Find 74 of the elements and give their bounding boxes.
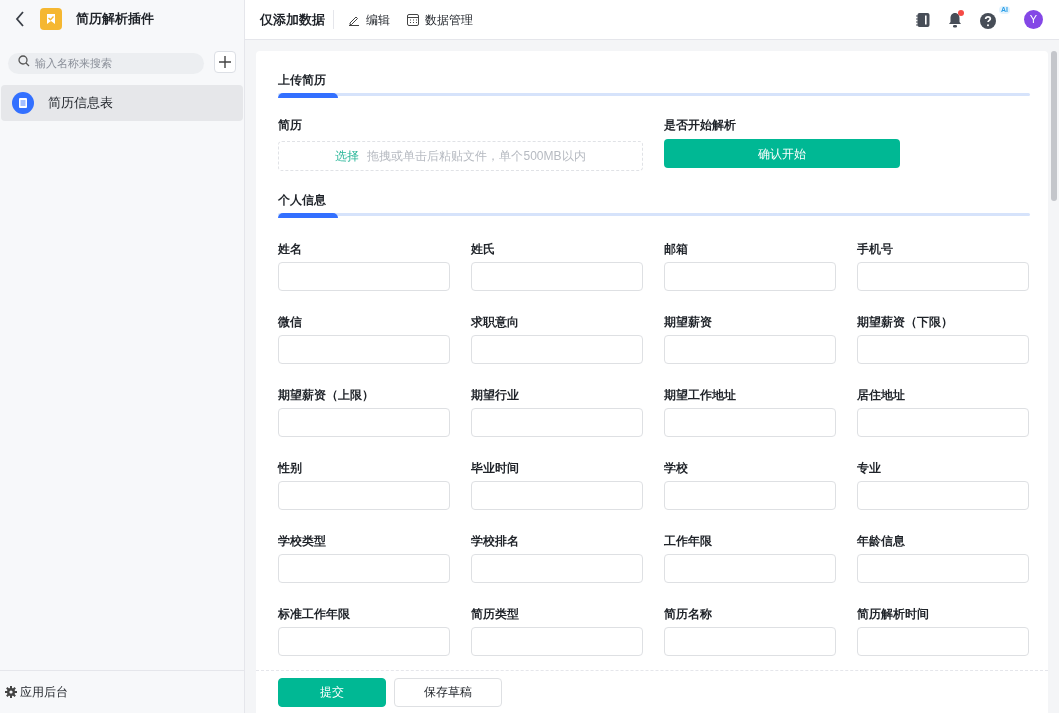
input-field[interactable]: [471, 481, 643, 510]
field-label: 学校: [664, 460, 689, 476]
input-field[interactable]: [857, 262, 1029, 291]
input-field[interactable]: [471, 408, 643, 437]
document-icon: [12, 92, 34, 114]
field-label: 专业: [857, 460, 882, 476]
input-field[interactable]: [278, 554, 450, 583]
input-field[interactable]: [664, 408, 836, 437]
input-field[interactable]: [857, 335, 1029, 364]
field-label: 是否开始解析: [664, 117, 737, 133]
input-field[interactable]: [471, 335, 643, 364]
input-field[interactable]: [471, 262, 643, 291]
app-logo-icon: [40, 8, 62, 30]
field-label: 姓氏: [471, 241, 496, 257]
back-icon[interactable]: [14, 11, 26, 27]
input-field[interactable]: [664, 262, 836, 291]
search-icon: [18, 55, 30, 67]
input-field[interactable]: [278, 335, 450, 364]
sidebar-item[interactable]: 简历信息表: [1, 85, 243, 121]
input-field[interactable]: [664, 335, 836, 364]
field-label: 求职意向: [471, 314, 520, 330]
field-label: 年龄信息: [857, 533, 906, 549]
mode-label: 仅添加数据: [260, 9, 334, 30]
field-label: 性别: [278, 460, 303, 476]
upload-hint: 拖拽或单击后粘贴文件，单个500MB以内: [367, 148, 586, 165]
field-label: 简历: [278, 117, 303, 133]
calendar-icon: [407, 13, 419, 26]
avatar[interactable]: Y: [1024, 10, 1043, 29]
field-label: 简历类型: [471, 606, 520, 622]
plus-icon: [219, 56, 231, 68]
field-label: 工作年限: [664, 533, 713, 549]
input-field[interactable]: [664, 481, 836, 510]
scrollbar-thumb[interactable]: [1051, 51, 1057, 201]
settings-icon: [5, 686, 17, 698]
field-label: 期望薪资（上限）: [278, 387, 375, 403]
field-label: 邮箱: [664, 241, 689, 257]
input-field[interactable]: [664, 554, 836, 583]
input-field[interactable]: [278, 481, 450, 510]
field-label: 期望工作地址: [664, 387, 737, 403]
data-management-button[interactable]: 数据管理: [407, 10, 473, 29]
field-label: 期望薪资: [664, 314, 713, 330]
field-label: 期望薪资（下限）: [857, 314, 954, 330]
field-label: 标准工作年限: [278, 606, 351, 622]
notification-icon[interactable]: [948, 11, 962, 28]
app-title: 简历解析插件: [76, 10, 154, 29]
help-icon[interactable]: [980, 12, 996, 29]
input-field[interactable]: [278, 262, 450, 291]
field-label: 手机号: [857, 241, 894, 257]
settings-link[interactable]: 应用后台: [20, 683, 68, 701]
field-label: 居住地址: [857, 387, 906, 403]
field-label: 姓名: [278, 241, 303, 257]
input-field[interactable]: [278, 627, 450, 656]
input-field[interactable]: [471, 627, 643, 656]
field-label: 简历解析时间: [857, 606, 930, 622]
field-label: 学校类型: [278, 533, 327, 549]
input-field[interactable]: [857, 627, 1029, 656]
save-draft-button[interactable]: 保存草稿: [394, 677, 502, 707]
edit-button[interactable]: 编辑: [348, 10, 390, 29]
field-label: 简历名称: [664, 606, 713, 622]
section-title: 个人信息: [278, 192, 327, 208]
input-field[interactable]: [664, 627, 836, 656]
input-field[interactable]: [857, 408, 1029, 437]
field-label: 学校排名: [471, 533, 520, 549]
notebook-icon[interactable]: [916, 12, 930, 27]
field-label: 期望行业: [471, 387, 520, 403]
add-button[interactable]: [214, 51, 236, 73]
input-field[interactable]: [857, 554, 1029, 583]
input-field[interactable]: [857, 481, 1029, 510]
search-field[interactable]: 输入名称来搜索: [8, 52, 204, 74]
field-label: 毕业时间: [471, 460, 520, 476]
input-field[interactable]: [278, 408, 450, 437]
section-title: 上传简历: [278, 72, 327, 88]
input-field[interactable]: [471, 554, 643, 583]
field-label: 微信: [278, 314, 303, 330]
